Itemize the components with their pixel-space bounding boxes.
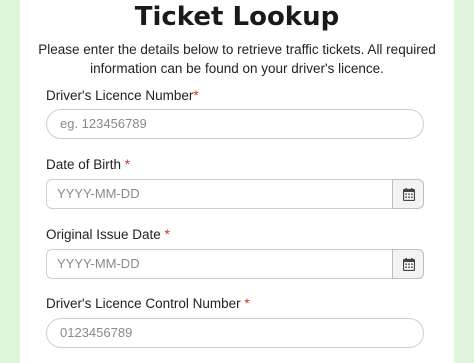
licence-number-label-text: Driver's Licence Number <box>46 88 194 103</box>
issue-date-label-text: Original Issue Date <box>46 227 165 242</box>
control-number-label-text: Driver's Licence Control Number <box>46 296 245 311</box>
page-description: Please enter the details below to retrie… <box>38 42 436 76</box>
control-number-label: Driver's Licence Control Number * <box>46 296 250 311</box>
issue-date-label: Original Issue Date * <box>46 227 170 242</box>
date-of-birth-label: Date of Birth * <box>46 157 130 172</box>
required-marker: * <box>164 227 170 242</box>
ticket-lookup-card: Ticket Lookup Please enter the details b… <box>20 0 454 363</box>
calendar-icon <box>403 188 415 201</box>
required-marker: * <box>193 88 199 103</box>
licence-number-input[interactable]: eg. 123456789 <box>46 109 424 139</box>
required-marker: * <box>124 157 131 172</box>
control-number-input[interactable]: 0123456789 <box>46 318 424 348</box>
issue-date-input[interactable]: YYYY-MM-DD <box>46 249 392 279</box>
date-of-birth-input[interactable]: YYYY-MM-DD <box>46 179 392 209</box>
licence-number-label: Driver's Licence Number* <box>46 88 199 103</box>
page-title: Ticket Lookup <box>134 2 340 32</box>
date-of-birth-label-text: Date of Birth <box>46 157 125 172</box>
date-of-birth-calendar-button[interactable] <box>392 179 424 209</box>
issue-date-calendar-button[interactable] <box>392 249 424 279</box>
required-marker: * <box>244 296 250 311</box>
calendar-icon <box>403 258 415 271</box>
